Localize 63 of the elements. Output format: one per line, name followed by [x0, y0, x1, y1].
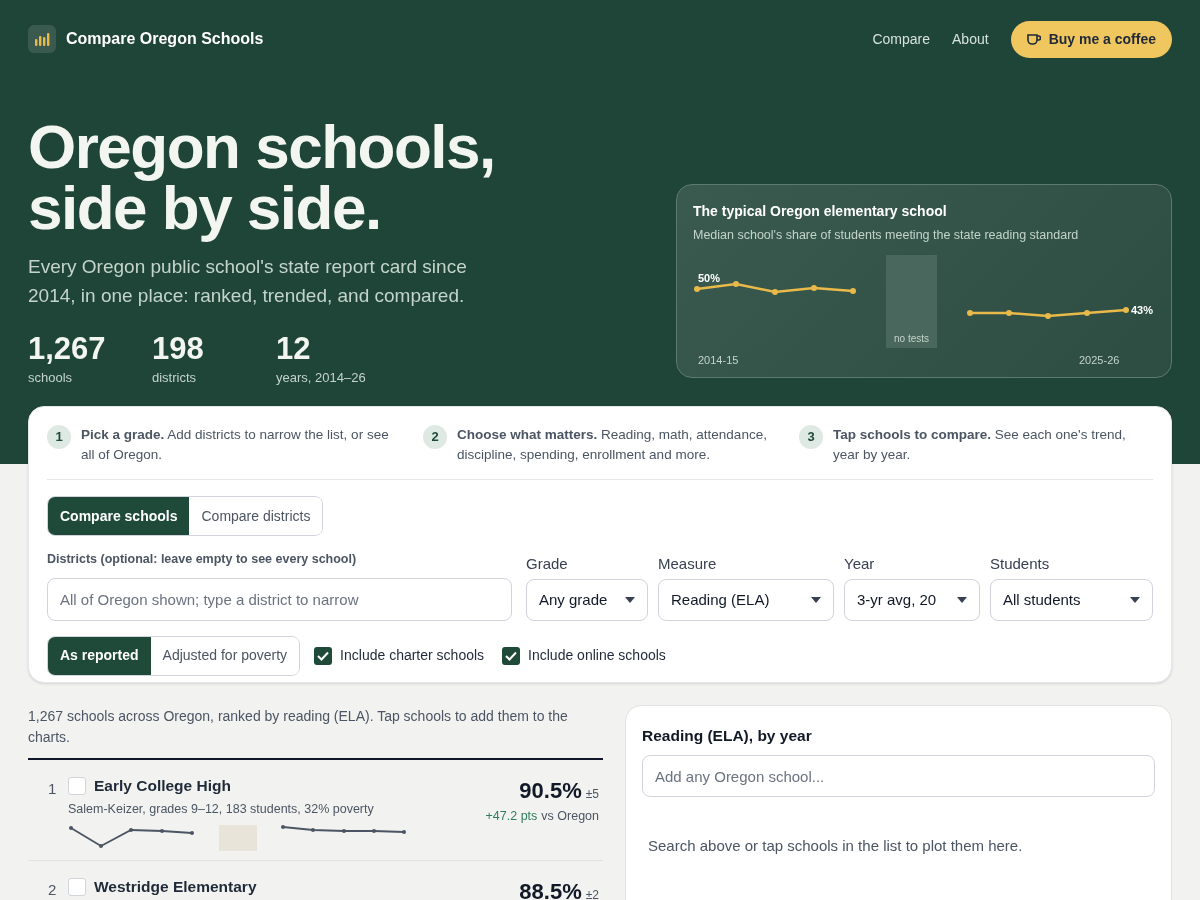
chart-card-title: The typical Oregon elementary school — [693, 202, 948, 221]
step-text: Tap schools to compare. See each one's trend, year by year. — [833, 426, 1127, 464]
toggle-tab[interactable]: Compare schools — [48, 497, 190, 535]
dropdown[interactable]: Any grade — [526, 578, 648, 621]
stat-label: years, 2014–26 — [276, 369, 367, 387]
step-text: Pick a grade. Add districts to narrow the list, or see all of Oregon. — [81, 426, 390, 464]
checkbox[interactable] — [68, 776, 86, 795]
school-search-field[interactable]: Add any Oregon school... — [642, 755, 1155, 798]
end-value-label: 43% — [1131, 303, 1154, 318]
step-number: 3 — [799, 425, 823, 449]
checkbox[interactable] — [502, 646, 521, 665]
start-value-label: 50% — [698, 271, 721, 286]
school-name[interactable]: Westridge Elementary — [94, 875, 257, 899]
stat-value: 198 — [152, 332, 205, 366]
coffee-cup-icon — [1026, 33, 1041, 45]
gap-label: no tests — [894, 332, 929, 346]
field-label: Grade — [526, 554, 569, 575]
caret-icon — [957, 596, 967, 603]
field-label: Year — [844, 554, 876, 575]
stat-value: 12 — [276, 332, 312, 366]
chart-card-subtitle: Median school's share of students meeting the state reading standard — [693, 227, 1080, 244]
caret-icon — [1130, 596, 1140, 603]
score-value: 90.5% — [519, 777, 582, 805]
stat-label: districts — [152, 369, 198, 387]
field-label: Measure — [658, 554, 718, 575]
score-value: 88.5% — [519, 878, 582, 900]
rank-number: 2 — [47, 880, 58, 900]
dropdown[interactable]: Reading (ELA) — [658, 578, 834, 621]
end-year-label: 2025-26 — [1079, 353, 1120, 368]
start-year-label: 2014-15 — [698, 353, 739, 368]
step-number: 1 — [47, 425, 71, 449]
nav-link[interactable]: Compare — [872, 28, 931, 50]
rank-number: 1 — [47, 779, 58, 799]
caret-icon — [811, 596, 821, 603]
score-margin: ±5 — [585, 786, 599, 803]
hero-subtitle: Every Oregon public school's state report card since 2014, in one place: ranked, trended, and compared. — [28, 255, 468, 308]
results-summary: 1,267 schools across Oregon, ranked by reading (ELA). Tap schools to add them to the charts. — [28, 707, 569, 747]
checkbox-label: Include online schools — [528, 646, 666, 666]
toggle-tab[interactable]: As reported — [48, 636, 151, 675]
stat-value: 1,267 — [28, 332, 107, 366]
empty-message: Search above or tap schools in the list to plot them here. — [647, 836, 1024, 857]
coffee-button[interactable]: Buy me a coffee — [1010, 20, 1172, 58]
field-label: Students — [990, 554, 1051, 575]
step-number: 2 — [423, 425, 447, 449]
step-text: Choose what matters. Reading, math, attendance, discipline, spending, enrollment and more. — [457, 426, 768, 464]
checkbox-label: Include charter schools — [340, 646, 485, 666]
dropdown[interactable]: 3-yr avg, 20 — [844, 578, 980, 621]
checkbox[interactable] — [68, 877, 86, 896]
brand-name[interactable]: Compare Oregon Schools — [66, 27, 264, 51]
caret-icon — [625, 596, 635, 603]
dropdown[interactable]: All students — [990, 578, 1153, 621]
stat-label: schools — [28, 369, 74, 387]
bar-chart-logo-icon — [28, 25, 56, 53]
school-name[interactable]: Early College High — [94, 774, 231, 798]
score-margin: ±2 — [585, 887, 599, 900]
panel-title: Reading (ELA), by year — [642, 726, 813, 746]
school-details: Salem-Keizer, grades 9–12, 183 students, 32% poverty — [68, 801, 375, 819]
nav-link[interactable]: About — [952, 28, 989, 50]
field-label: Districts (optional: leave empty to see every school) — [47, 551, 358, 568]
checkbox[interactable] — [314, 646, 333, 665]
score-difference: +47.2 pts — [485, 808, 538, 825]
district-search-field[interactable]: All of Oregon shown; type a district to narrow — [47, 577, 512, 621]
difference-caption: vs Oregon — [541, 808, 599, 825]
